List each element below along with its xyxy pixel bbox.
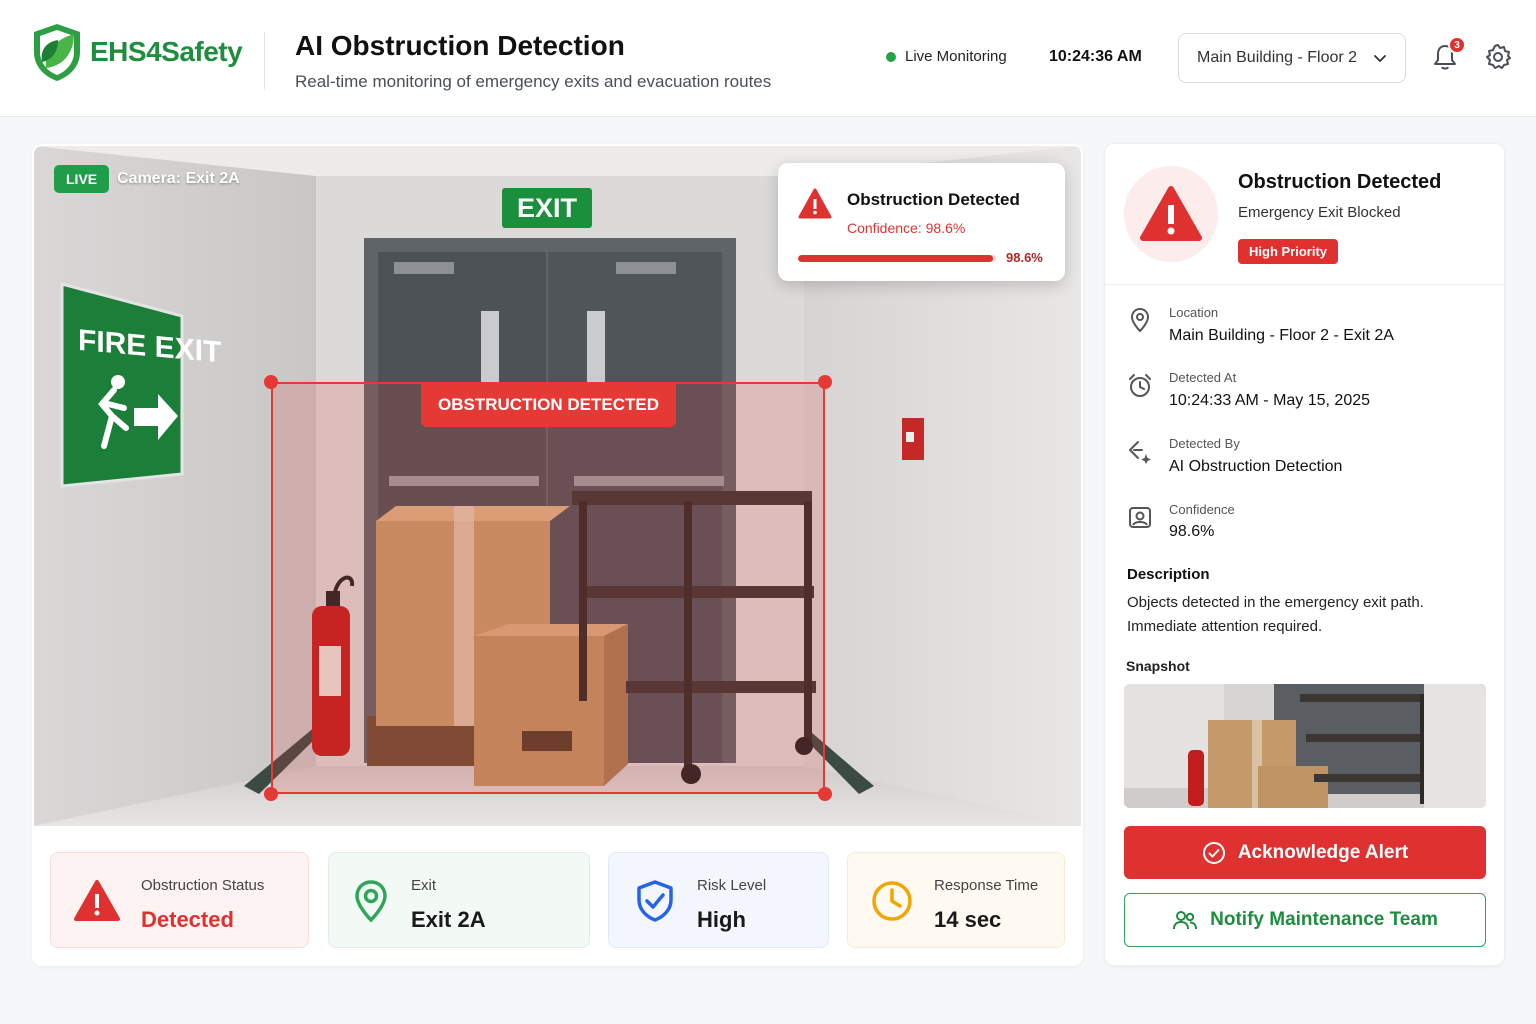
detail-value: 10:24:33 AM - May 15, 2025 xyxy=(1169,392,1371,409)
location-pin-icon xyxy=(1130,307,1150,333)
users-icon xyxy=(1173,911,1198,930)
stat-value: 14 sec xyxy=(934,907,1002,932)
panel-divider xyxy=(1105,284,1504,285)
live-monitoring-status: Live Monitoring xyxy=(886,48,1007,65)
alert-subtitle: Emergency Exit Blocked xyxy=(1238,204,1401,221)
stat-label: Risk Level xyxy=(697,877,767,894)
description-text: Objects detected in the emergency exit p… xyxy=(1127,594,1424,635)
warning-icon xyxy=(74,880,120,921)
confidence-bar xyxy=(798,255,996,262)
brand-logo[interactable]: EHS4Safety xyxy=(30,22,243,82)
detail-label: Detected By xyxy=(1169,436,1240,451)
live-chip: LIVE xyxy=(54,165,110,193)
notify-label: Notify Maintenance Team xyxy=(1210,909,1438,930)
snapshot-heading: Snapshot xyxy=(1126,658,1190,674)
detail-label: Detected At xyxy=(1169,370,1237,385)
stat-value: Exit 2A xyxy=(411,907,486,932)
detail-value: 98.6% xyxy=(1169,523,1215,540)
stat-label: Obstruction Status xyxy=(141,877,265,894)
stat-obstruction-status: Obstruction Status Detected xyxy=(50,852,309,948)
stat-value: Detected xyxy=(141,907,234,932)
acknowledge-label: Acknowledge Alert xyxy=(1237,841,1409,863)
confidence-bar-fill xyxy=(798,255,994,262)
alarm-clock-icon xyxy=(1129,374,1151,397)
live-status-label: Live Monitoring xyxy=(905,48,1007,65)
warning-icon xyxy=(798,188,832,219)
stat-risk-level: Risk Level High xyxy=(608,852,829,948)
description-heading: Description xyxy=(1127,566,1210,583)
check-circle-icon xyxy=(1202,841,1225,864)
detail-value: Main Building - Floor 2 - Exit 2A xyxy=(1169,327,1394,344)
alert-title: Obstruction Detected xyxy=(1238,171,1442,193)
stat-value: High xyxy=(697,907,746,932)
stat-response-time: Response Time 14 sec xyxy=(847,852,1065,948)
bbox-handle-top-right[interactable] xyxy=(818,375,832,389)
live-status-dot xyxy=(886,51,896,62)
detection-popup: Obstruction Detected Confidence: 98.6% 9… xyxy=(778,163,1065,281)
bbox-handle-bottom-left[interactable] xyxy=(264,787,278,801)
brand-name: EHS4Safety xyxy=(90,36,243,67)
acknowledge-alert-button[interactable]: Acknowledge Alert xyxy=(1124,826,1486,879)
confidence-percent: 98.6% xyxy=(1006,250,1043,265)
location-pin-icon xyxy=(355,880,387,923)
alert-icon-circle xyxy=(1124,166,1218,262)
stat-label: Exit xyxy=(411,877,437,894)
warning-icon xyxy=(1140,186,1202,241)
page-subtitle: Real-time monitoring of emergency exits … xyxy=(295,72,772,91)
notification-badge: 3 xyxy=(1448,36,1466,54)
detail-label: Confidence xyxy=(1169,502,1235,517)
detail-label: Location xyxy=(1169,305,1219,320)
current-time: 10:24:36 AM xyxy=(1049,48,1142,65)
location-dropdown[interactable]: Main Building - Floor 2 xyxy=(1178,33,1406,83)
popup-title: Obstruction Detected xyxy=(847,190,1020,209)
detection-tag: OBSTRUCTION DETECTED xyxy=(421,383,676,427)
gear-icon[interactable] xyxy=(1484,43,1512,71)
obstruction-bounding-box[interactable] xyxy=(271,382,825,794)
snapshot-image[interactable] xyxy=(1124,684,1486,808)
page-title: AI Obstruction Detection xyxy=(295,30,625,61)
camera-label: Camera: Exit 2A xyxy=(117,170,240,187)
leaf-shield-icon xyxy=(34,24,80,81)
chevron-down-icon xyxy=(1374,55,1386,63)
priority-badge: High Priority xyxy=(1238,239,1339,264)
location-dropdown-value: Main Building - Floor 2 xyxy=(1197,49,1358,66)
popup-confidence: Confidence: 98.6% xyxy=(847,220,966,236)
detail-value: AI Obstruction Detection xyxy=(1169,458,1343,475)
bbox-handle-bottom-right[interactable] xyxy=(818,787,832,801)
exit-sign: EXIT xyxy=(517,193,578,223)
stat-label: Response Time xyxy=(934,877,1039,894)
stat-exit: Exit Exit 2A xyxy=(328,852,590,948)
header-divider xyxy=(264,32,265,90)
clock-icon xyxy=(872,881,912,921)
confidence-image-icon xyxy=(1129,507,1151,528)
notify-maintenance-button[interactable]: Notify Maintenance Team xyxy=(1124,893,1486,947)
shield-check-icon xyxy=(637,880,673,922)
ai-sparkle-icon xyxy=(1129,441,1151,464)
bbox-handle-top-left[interactable] xyxy=(264,375,278,389)
